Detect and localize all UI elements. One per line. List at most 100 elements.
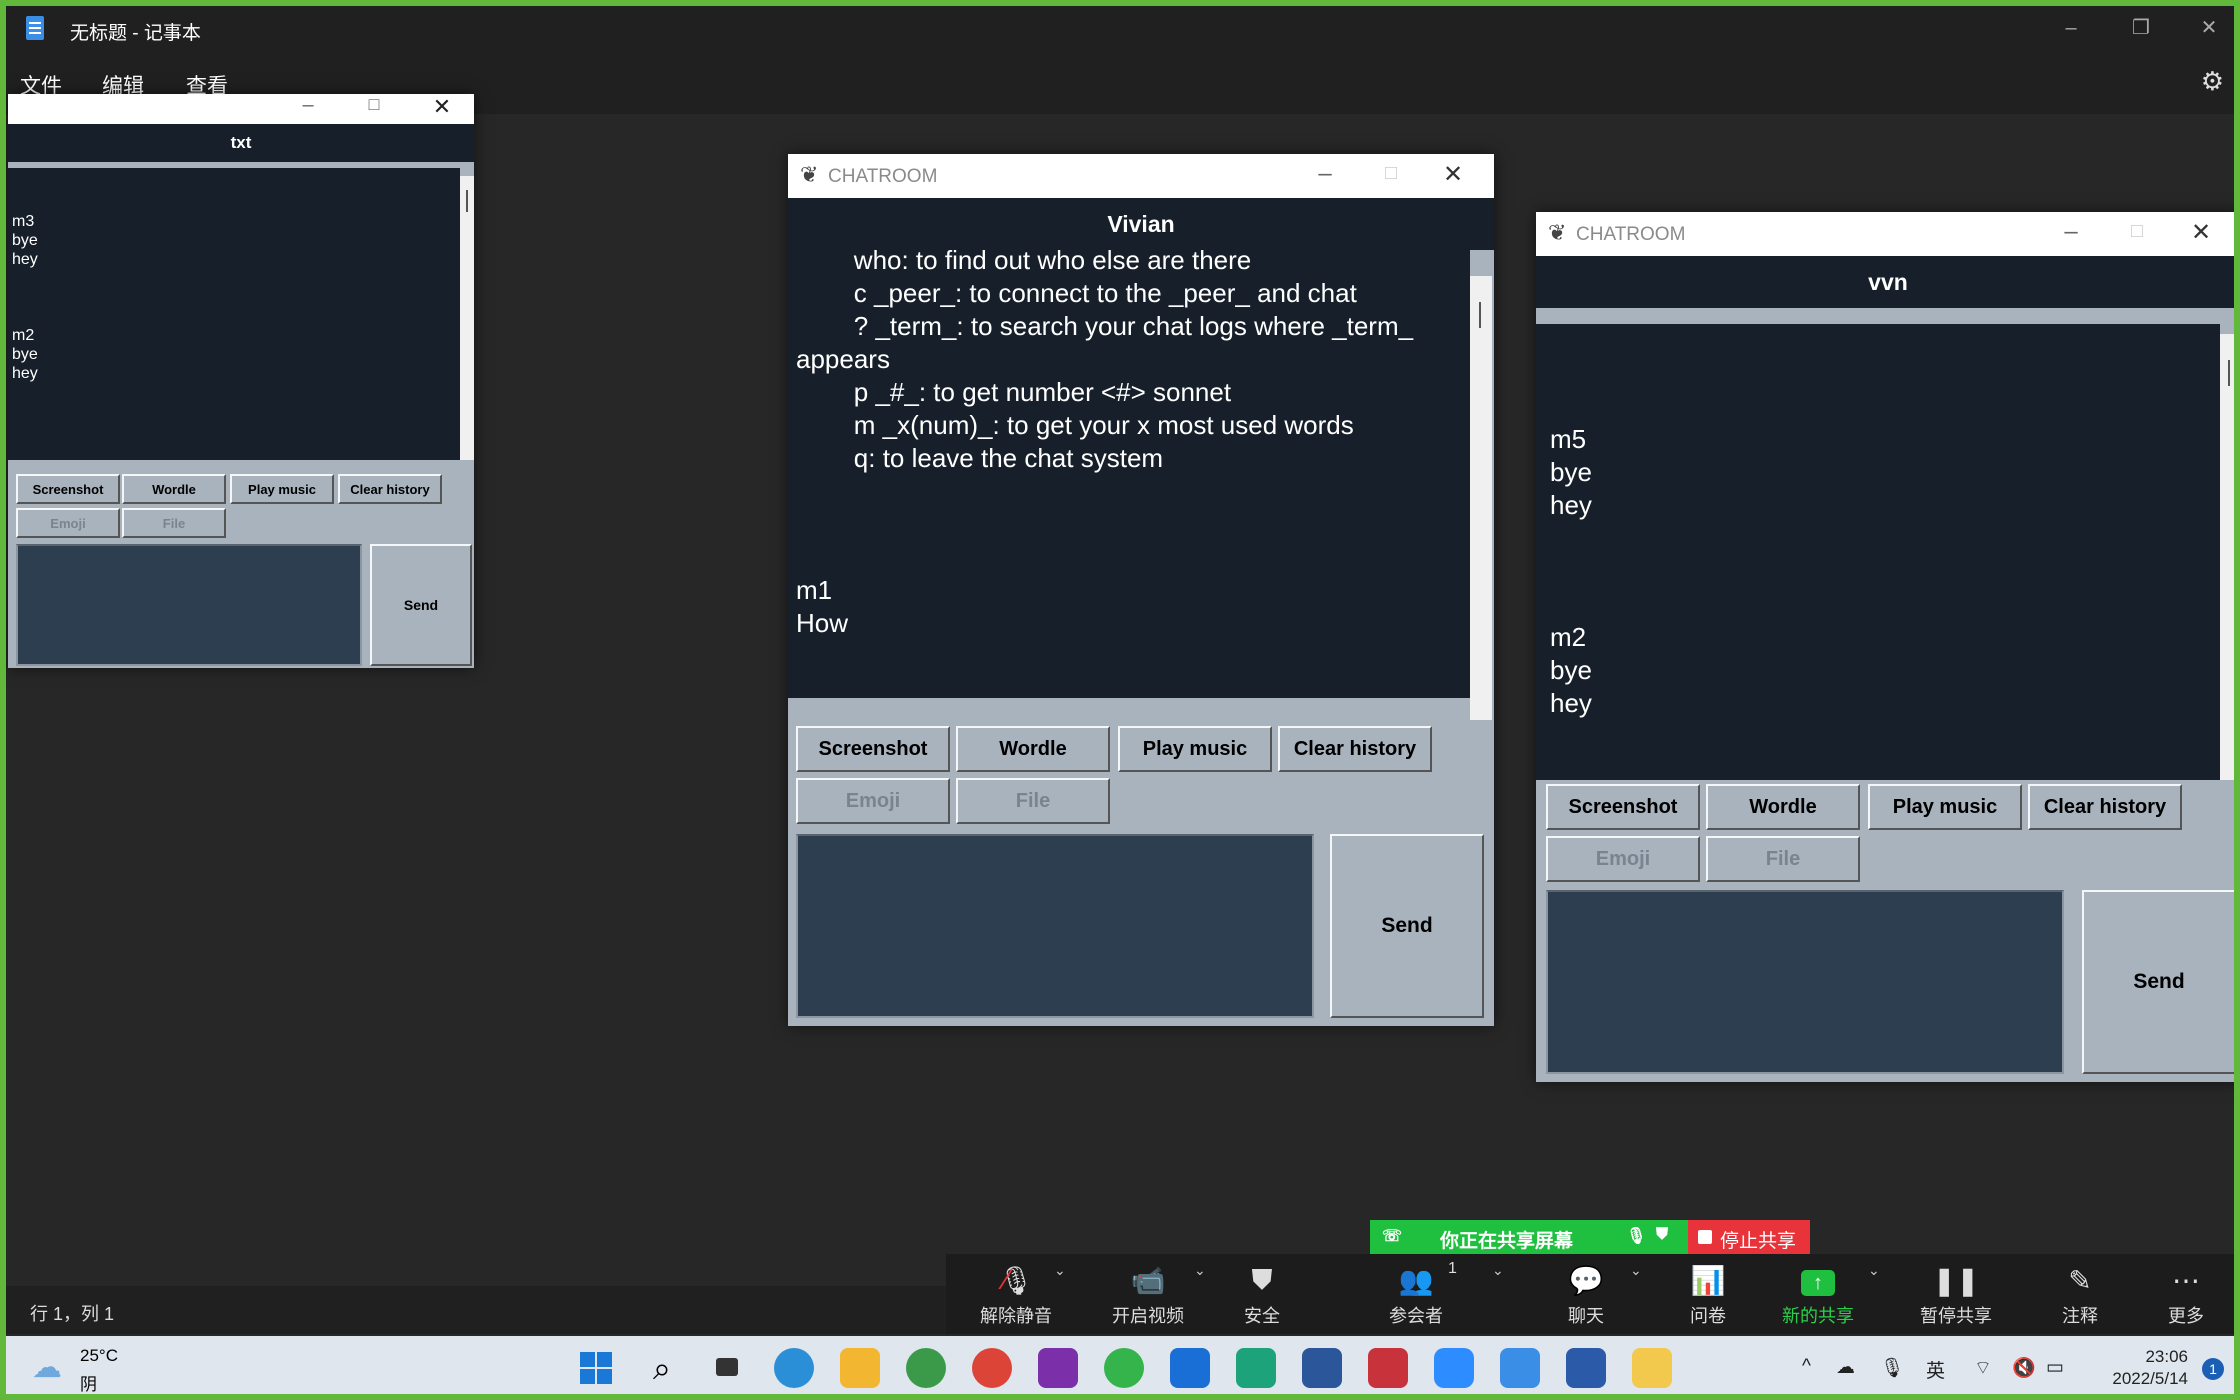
window-titlebar: – □ ✕ [8, 94, 474, 124]
stop-share-button[interactable]: 停止共享 [1688, 1220, 1810, 1254]
wordle-button[interactable]: Wordle [122, 474, 226, 504]
wechat-icon[interactable] [1104, 1348, 1144, 1388]
more-icon: ⋯ [2172, 1265, 2200, 1296]
emoji-button[interactable]: Emoji [16, 508, 120, 538]
play-music-button[interactable]: Play music [1118, 726, 1272, 772]
chat-log: m5 bye hey m2 bye hey [1536, 324, 2220, 780]
start-icon[interactable] [576, 1348, 616, 1388]
minimize-button[interactable]: – [1300, 160, 1350, 188]
gear-icon[interactable]: ⚙ [2201, 66, 2224, 97]
volume-muted-icon[interactable]: 🔇 [2012, 1356, 2036, 1380]
clear-history-button[interactable]: Clear history [1278, 726, 1432, 772]
annotate-icon: ✎ [2068, 1265, 2092, 1296]
chat-scrollbar[interactable] [1470, 276, 1492, 720]
close-button[interactable]: ✕ [1428, 160, 1478, 189]
start-video-button[interactable]: 📹 开启视频 ⌄ [1088, 1254, 1208, 1334]
send-button[interactable]: Send [2082, 890, 2234, 1074]
word-icon[interactable] [1302, 1348, 1342, 1388]
chevron-down-icon[interactable]: ⌄ [1492, 1262, 1504, 1279]
chat-scrollbar[interactable] [2220, 334, 2234, 780]
clear-history-button[interactable]: Clear history [2028, 784, 2182, 830]
new-share-button[interactable]: ↑ 新的共享 ⌄ [1758, 1254, 1880, 1334]
security-button[interactable]: ⛊ 安全 [1202, 1254, 1322, 1334]
onedrive-icon[interactable]: ☁ [1836, 1356, 1855, 1379]
pause-share-button[interactable]: ❚❚ 暂停共享 [1896, 1254, 2016, 1334]
wifi-icon[interactable]: ⌔ [1974, 1356, 1992, 1380]
unmute-button[interactable]: 🎙 ⁄ 解除静音 ⌄ [956, 1254, 1076, 1334]
annotate-button[interactable]: ✎ 注释 [2020, 1254, 2140, 1334]
notepad-icon [26, 16, 44, 40]
wordle-button[interactable]: Wordle [956, 726, 1110, 772]
chevron-down-icon[interactable]: ⌄ [1630, 1262, 1642, 1279]
clear-history-button[interactable]: Clear history [338, 474, 442, 504]
cloud-icon: ☁ [32, 1351, 62, 1384]
message-input[interactable] [16, 544, 362, 666]
notepad-minimize-button[interactable]: – [2036, 12, 2106, 44]
minimize-button[interactable]: – [2046, 218, 2096, 246]
terminal-icon[interactable] [1566, 1348, 1606, 1388]
chat-peer-name: Vivian [788, 198, 1494, 250]
chevron-up-icon[interactable]: ^ [1802, 1356, 1811, 1378]
more-button[interactable]: ⋯ 更多 [2126, 1254, 2234, 1334]
stop-icon [1698, 1230, 1712, 1244]
app-red-icon[interactable] [1368, 1348, 1408, 1388]
wordle-button[interactable]: Wordle [1706, 784, 1860, 830]
weather-desc: 阴 [80, 1375, 97, 1394]
chevron-down-icon[interactable]: ⌄ [1868, 1262, 1880, 1279]
maximize-button[interactable]: □ [2112, 220, 2162, 243]
participants-button[interactable]: 👥 1 参会者 ⌄ [1356, 1254, 1504, 1334]
close-button[interactable]: ✕ [422, 94, 462, 120]
edge-icon[interactable] [774, 1348, 814, 1388]
task-view-icon[interactable] [708, 1348, 748, 1388]
app-green-icon[interactable] [1236, 1348, 1276, 1388]
tk-feather-icon: ❦ [800, 162, 819, 187]
screenshot-button[interactable]: Screenshot [1546, 784, 1700, 830]
weather-widget[interactable]: ☁ 25°C 阴 [32, 1346, 152, 1394]
battery-icon[interactable]: ▭ [2046, 1356, 2064, 1379]
emoji-button[interactable]: Emoji [796, 778, 950, 824]
notepad-icon[interactable] [1500, 1348, 1540, 1388]
notepad-close-button[interactable]: ✕ [2174, 12, 2234, 44]
send-button[interactable]: Send [370, 544, 472, 666]
microphone-icon[interactable]: 🎙 [1880, 1356, 1904, 1380]
emoji-button[interactable]: Emoji [1546, 836, 1700, 882]
ime-indicator[interactable]: 英 [1926, 1356, 1945, 1383]
clock[interactable]: 23:06 2022/5/14 [2112, 1346, 2188, 1390]
poll-icon: 📊 [1690, 1265, 1726, 1296]
python-icon[interactable] [1632, 1348, 1672, 1388]
maximize-button[interactable]: □ [1366, 162, 1416, 185]
chat-scrollbar[interactable] [460, 176, 474, 460]
file-explorer-icon[interactable] [840, 1348, 880, 1388]
chrome-icon[interactable] [972, 1348, 1012, 1388]
onenote-icon[interactable] [1038, 1348, 1078, 1388]
sharing-status-text: 你正在共享屏幕 [1440, 1231, 1574, 1252]
chat-log: m3 bye hey m2 bye hey [8, 168, 460, 460]
search-icon[interactable]: ⌕ [642, 1348, 682, 1388]
file-button[interactable]: File [1706, 836, 1860, 882]
minimize-button[interactable]: – [288, 94, 328, 117]
message-input[interactable] [796, 834, 1314, 1018]
send-button[interactable]: Send [1330, 834, 1484, 1018]
window-titlebar: ❦ CHATROOM – □ ✕ [788, 154, 1494, 198]
message-input[interactable] [1546, 890, 2064, 1074]
file-button[interactable]: File [122, 508, 226, 538]
cursor-position: 行 1，列 1 [30, 1304, 115, 1324]
close-button[interactable]: ✕ [2176, 218, 2226, 247]
app-icon[interactable] [1170, 1348, 1210, 1388]
polls-button[interactable]: 📊 问卷 [1648, 1254, 1768, 1334]
zoom-meeting-toolbar: 🎙 ⁄ 解除静音 ⌄ 📹 开启视频 ⌄ ⛊ 安全 👥 1 参会者 ⌄ 💬 聊天 ⌄… [946, 1254, 2234, 1334]
screenshot-button[interactable]: Screenshot [796, 726, 950, 772]
chat-button[interactable]: 💬 聊天 ⌄ [1526, 1254, 1646, 1334]
file-button[interactable]: File [956, 778, 1110, 824]
maximize-button[interactable]: □ [354, 94, 394, 115]
notification-badge[interactable]: 1 [2202, 1358, 2224, 1380]
notepad-maximize-button[interactable]: ❐ [2106, 12, 2176, 44]
screenshot-button[interactable]: Screenshot [16, 474, 120, 504]
zoom-icon[interactable] [1434, 1348, 1474, 1388]
chevron-down-icon[interactable]: ⌄ [1054, 1262, 1066, 1279]
play-music-button[interactable]: Play music [1868, 784, 2022, 830]
chat-window-left: – □ ✕ txt m3 bye hey m2 bye hey Screensh… [8, 94, 474, 668]
chat-window-vivian: ❦ CHATROOM – □ ✕ Vivian who: to find out… [788, 154, 1494, 1026]
browser-globe-icon[interactable] [906, 1348, 946, 1388]
play-music-button[interactable]: Play music [230, 474, 334, 504]
